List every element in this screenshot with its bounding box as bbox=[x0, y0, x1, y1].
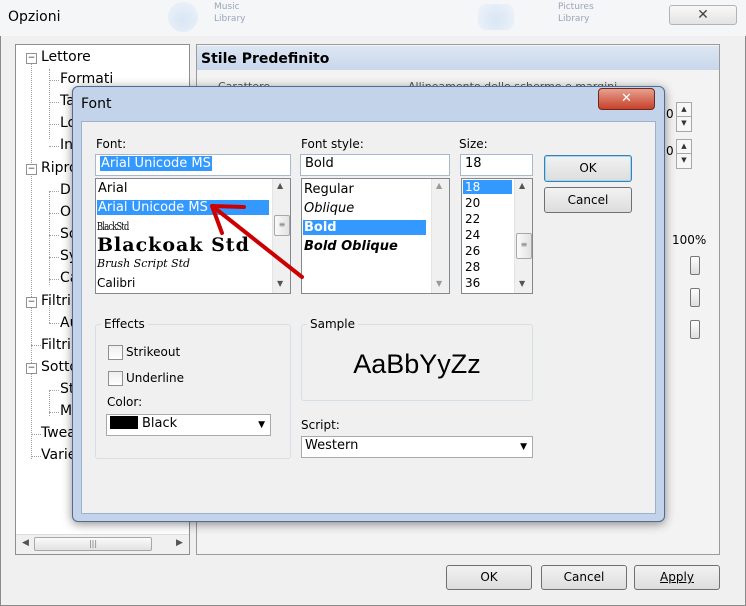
font-label: Font: bbox=[96, 137, 127, 151]
tree-item-filtri-2[interactable]: Filtri bbox=[41, 337, 71, 353]
cancel-button[interactable]: Cancel bbox=[541, 565, 627, 590]
size-list-scroll-thumb[interactable]: ≡ bbox=[516, 233, 532, 259]
chevron-down-icon: ▼ bbox=[520, 442, 527, 452]
pictures-tab-line1: Pictures bbox=[558, 2, 594, 12]
size-list[interactable]: 18 20 22 24 26 28 36 ▲ ≡ ▼ bbox=[461, 178, 533, 294]
tree-item-m[interactable]: M bbox=[60, 403, 72, 419]
tree-item-lettore[interactable]: Lettore bbox=[41, 49, 91, 65]
pictures-tab-line2: Library bbox=[558, 14, 590, 24]
style-item-regular[interactable]: Regular bbox=[303, 182, 354, 197]
tree-item-o[interactable]: O bbox=[60, 204, 71, 220]
color-label: Color: bbox=[107, 395, 143, 409]
size-item-22[interactable]: 22 bbox=[463, 212, 480, 226]
font-list-item-calibri[interactable]: Calibri bbox=[97, 276, 135, 290]
style-item-bold[interactable]: Bold bbox=[303, 220, 426, 235]
slider-thumb-3[interactable] bbox=[690, 320, 700, 339]
font-list-item-brush-script[interactable]: Brush Script Std bbox=[97, 257, 190, 270]
size-item-28[interactable]: 28 bbox=[463, 260, 480, 274]
close-icon: ✕ bbox=[697, 7, 709, 23]
size-item-24[interactable]: 24 bbox=[463, 228, 480, 242]
spinner-down-icon[interactable]: ▼ bbox=[676, 116, 692, 132]
strikeout-checkbox[interactable] bbox=[108, 345, 123, 360]
style-item-bold-oblique[interactable]: Bold Oblique bbox=[303, 239, 398, 254]
color-swatch bbox=[110, 416, 138, 429]
font-dialog-close-button[interactable]: ✕ bbox=[598, 88, 655, 110]
font-ok-button[interactable]: OK bbox=[544, 155, 632, 182]
tree-item-d[interactable]: D bbox=[60, 182, 71, 198]
color-value: Black bbox=[142, 416, 178, 431]
underline-label[interactable]: Underline bbox=[126, 371, 184, 385]
sample-preview-text: AaBbYyZz bbox=[353, 349, 481, 379]
effects-group bbox=[95, 324, 291, 459]
size-input[interactable]: 18 bbox=[460, 154, 533, 176]
scroll-up-icon[interactable]: ▲ bbox=[436, 181, 442, 190]
underline-checkbox[interactable] bbox=[108, 371, 123, 386]
percent-label: 100% bbox=[672, 233, 707, 247]
size-item-26[interactable]: 26 bbox=[463, 244, 480, 258]
ok-button[interactable]: OK bbox=[446, 565, 532, 590]
font-list-item-blackstd[interactable]: BlackStd bbox=[97, 220, 129, 233]
tree-expander-filtri[interactable]: − bbox=[26, 297, 37, 308]
font-style-label: Font style: bbox=[301, 137, 364, 151]
options-close-button[interactable]: ✕ bbox=[669, 5, 737, 25]
slider-thumb-1[interactable] bbox=[690, 256, 700, 275]
font-cancel-button[interactable]: Cancel bbox=[544, 187, 632, 213]
tree-expander-ripro[interactable]: − bbox=[26, 164, 37, 175]
size-list-scrollbar[interactable]: ▲ ≡ ▼ bbox=[514, 179, 532, 293]
tree-scroll-thumb[interactable]: ||| bbox=[34, 537, 152, 551]
tree-item-formati[interactable]: Formati bbox=[60, 71, 113, 87]
font-style-input[interactable]: Bold bbox=[300, 154, 450, 176]
chevron-down-icon: ▼ bbox=[258, 420, 265, 430]
size-item-36[interactable]: 36 bbox=[463, 276, 480, 290]
options-title: Opzioni bbox=[8, 9, 61, 25]
sample-label: Sample bbox=[307, 317, 358, 331]
font-dialog-title: Font bbox=[81, 96, 112, 112]
scroll-down-icon[interactable]: ▼ bbox=[519, 279, 525, 288]
color-select[interactable]: Black ▼ bbox=[106, 414, 271, 436]
size-label: Size: bbox=[459, 137, 488, 151]
font-list-item-arial[interactable]: Arial bbox=[97, 181, 273, 196]
tree-item-twea[interactable]: Twea bbox=[41, 425, 76, 441]
scroll-left-icon[interactable]: ◀ bbox=[17, 535, 34, 552]
size-item-20[interactable]: 20 bbox=[463, 196, 480, 210]
font-style-list[interactable]: Regular Oblique Bold Bold Oblique ▲ ▼ bbox=[301, 178, 450, 294]
style-panel-title: Stile Predefinito bbox=[201, 51, 330, 67]
effects-label: Effects bbox=[101, 317, 148, 331]
script-select[interactable]: Western ▼ bbox=[301, 436, 533, 458]
scroll-right-icon[interactable]: ▶ bbox=[171, 535, 188, 552]
script-label: Script: bbox=[301, 418, 340, 432]
music-tab-line1: Music bbox=[214, 2, 240, 12]
music-library-icon bbox=[168, 2, 198, 32]
scroll-up-icon[interactable]: ▲ bbox=[519, 181, 525, 190]
style-item-oblique[interactable]: Oblique bbox=[303, 201, 354, 216]
font-name-input[interactable]: Arial Unicode MS bbox=[95, 154, 291, 176]
annotation-arrow-icon bbox=[210, 204, 304, 279]
slider-thumb-2[interactable] bbox=[690, 288, 700, 307]
tree-item-filtri[interactable]: Filtri bbox=[41, 293, 71, 309]
size-item-18[interactable]: 18 bbox=[463, 180, 512, 194]
scroll-down-icon[interactable]: ▼ bbox=[436, 279, 442, 288]
scroll-up-icon[interactable]: ▲ bbox=[277, 181, 283, 190]
strikeout-label[interactable]: Strikeout bbox=[126, 345, 180, 359]
font-name-value: Arial Unicode MS bbox=[100, 156, 212, 171]
tree-expander-sotto[interactable]: − bbox=[26, 363, 37, 374]
script-value: Western bbox=[305, 438, 359, 453]
apply-button[interactable]: Apply bbox=[634, 565, 720, 590]
margin-value-2: 0 bbox=[666, 144, 674, 158]
close-icon: ✕ bbox=[621, 91, 632, 106]
music-tab-line2: Library bbox=[214, 14, 246, 24]
tree-expander-lettore[interactable]: − bbox=[26, 53, 37, 64]
options-title-bar bbox=[0, 0, 746, 36]
margin-value-1: 0 bbox=[666, 107, 674, 121]
pictures-library-icon bbox=[478, 4, 514, 30]
style-list-scrollbar[interactable]: ▲ ▼ bbox=[431, 179, 449, 293]
spinner-down-icon-2[interactable]: ▼ bbox=[676, 153, 692, 169]
